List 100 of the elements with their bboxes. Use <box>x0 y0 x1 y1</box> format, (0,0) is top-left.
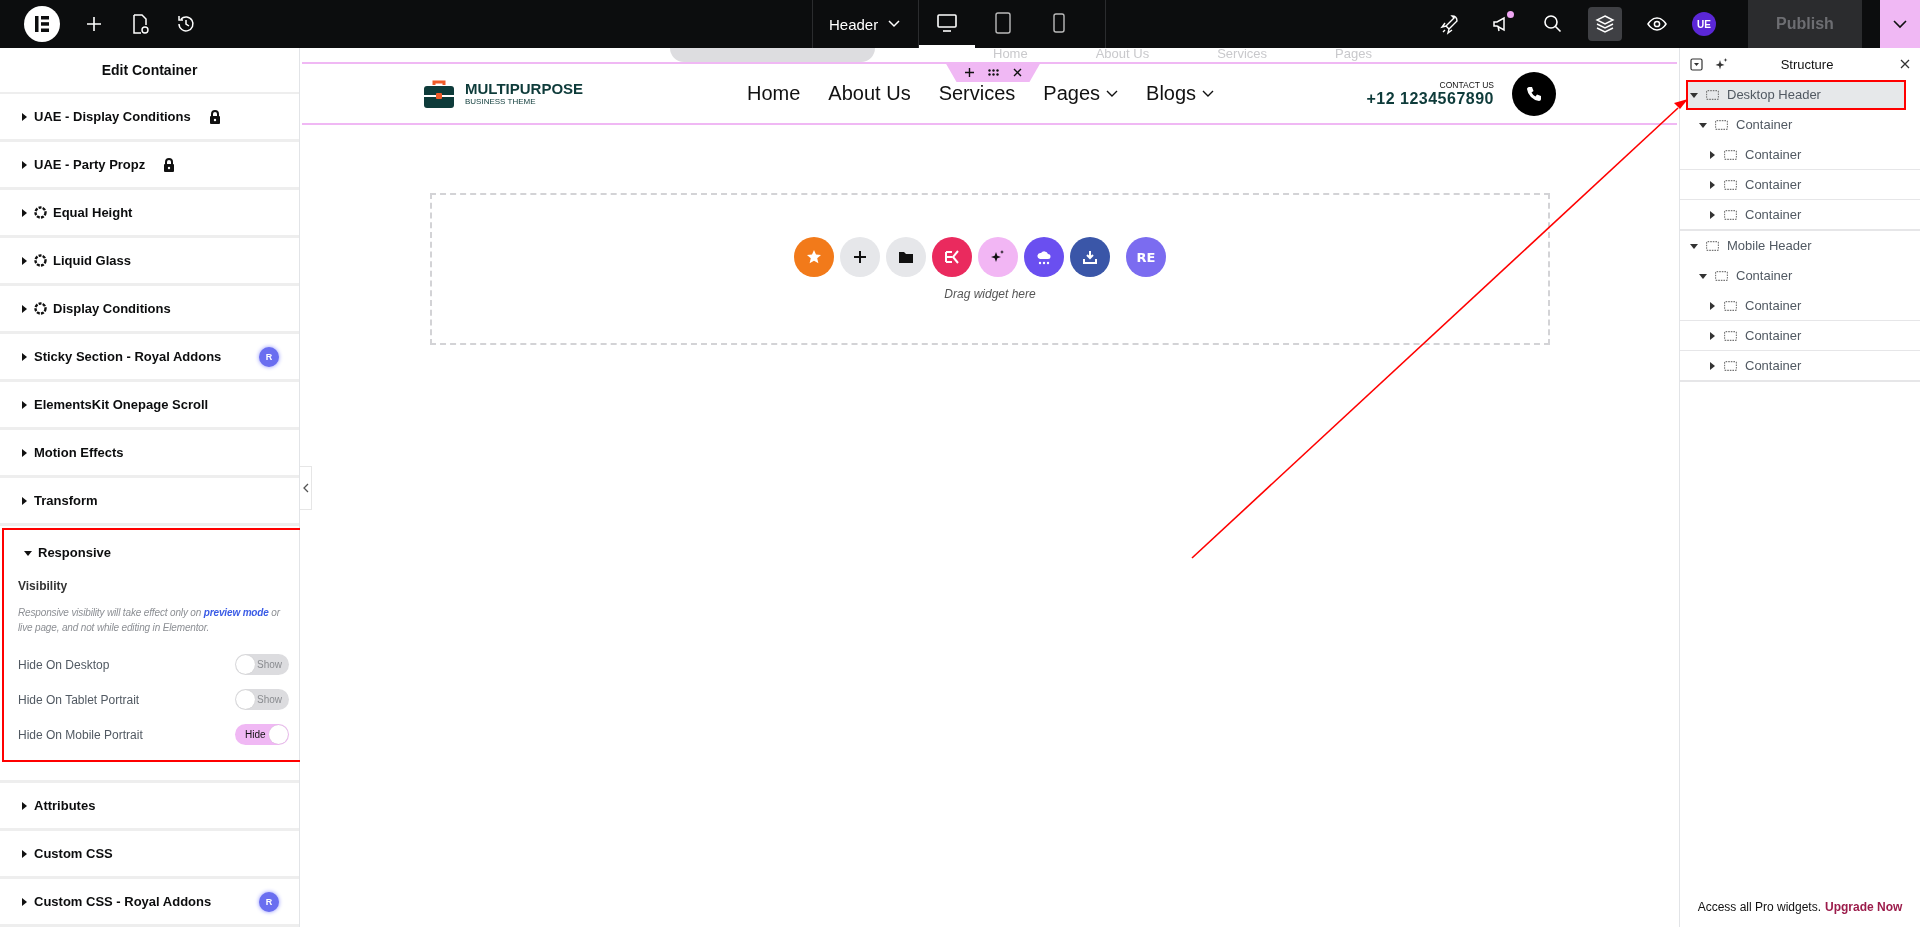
user-avatar[interactable]: UE <box>1692 12 1716 36</box>
tree-item[interactable]: Container <box>1680 170 1920 200</box>
brand-tagline: BUSINESS THEME <box>465 97 537 106</box>
section-header[interactable]: Liquid Glass <box>0 238 299 283</box>
lock-icon <box>163 157 176 172</box>
phone-button[interactable] <box>1512 71 1556 116</box>
toggle-label: Hide On Desktop <box>18 657 110 672</box>
caret-icon[interactable] <box>1708 180 1716 189</box>
visibility-note: Responsive visibility will take effect only on preview mode or live page, and not while editing in Elementor. <box>18 606 282 635</box>
chevron-left-icon[interactable] <box>302 483 309 493</box>
phone-number: +12 1234567890 <box>1366 89 1494 108</box>
folder-icon[interactable] <box>898 249 914 265</box>
caret-icon[interactable] <box>1708 301 1716 310</box>
cloud-button[interactable] <box>1024 237 1064 277</box>
toggle-switch[interactable]: Hide <box>235 724 289 745</box>
pro-promo-text: Access all Pro widgets. <box>1697 900 1821 914</box>
collapse-all-icon[interactable] <box>1690 57 1703 71</box>
folder-button[interactable] <box>886 237 926 277</box>
container-icon <box>1724 179 1737 190</box>
addon-logo-icon[interactable] <box>944 249 960 265</box>
section-header[interactable]: Custom CSS - Royal Addons R <box>0 879 299 924</box>
addon-badge: R <box>259 891 279 912</box>
container-icon <box>1724 330 1737 341</box>
tree-item[interactable]: Mobile Header <box>1680 231 1920 261</box>
close-icon[interactable] <box>1012 67 1022 77</box>
section-header[interactable]: Motion Effects <box>0 430 299 475</box>
section-header[interactable]: Display Conditions <box>0 286 299 331</box>
add-icon[interactable] <box>852 249 868 265</box>
star-icon[interactable] <box>806 249 822 265</box>
add-button[interactable] <box>840 237 880 277</box>
caret-icon[interactable] <box>1708 210 1716 219</box>
tree-item[interactable]: Container <box>1680 351 1920 381</box>
download-button[interactable] <box>1070 237 1110 277</box>
layers-button[interactable] <box>1588 7 1622 41</box>
structure-title: Structure <box>1779 56 1835 72</box>
gear-icon <box>34 254 47 267</box>
caret-icon[interactable] <box>1708 150 1716 159</box>
tree-item[interactable]: Desktop Header <box>1686 80 1906 110</box>
caret-icon[interactable] <box>1699 120 1707 129</box>
search-icon[interactable] <box>1542 13 1564 35</box>
caret-icon[interactable] <box>1708 331 1716 340</box>
header-container[interactable]: MULTIPURPOSE BUSINESS THEME Home About Us Services Pages Blogs CONTACT US +12 1234567890 <box>302 62 1677 125</box>
lock-icon <box>208 109 221 124</box>
container-icon <box>1724 149 1737 160</box>
brand-name: MULTIPURPOSE <box>465 81 584 97</box>
nav-link[interactable]: About Us <box>828 82 911 105</box>
section-header[interactable]: Attributes <box>0 783 299 828</box>
add-icon[interactable] <box>964 67 974 77</box>
container-icon <box>1715 119 1728 130</box>
nav-link[interactable]: Home <box>747 82 801 105</box>
section-header[interactable]: UAE - Display Conditions <box>0 94 299 139</box>
section-header[interactable]: ElementsKit Onepage Scroll <box>0 382 299 427</box>
phone-icon[interactable] <box>1526 85 1542 102</box>
container-icon <box>1706 240 1719 251</box>
addon-logo-button[interactable] <box>932 237 972 277</box>
tree-item[interactable]: Container <box>1680 110 1920 140</box>
drop-hint: Drag widget here <box>944 287 1036 301</box>
visibility-heading: Visibility <box>18 579 69 593</box>
section-header[interactable]: Custom CSS <box>0 831 299 876</box>
chevron-down-icon[interactable] <box>1893 19 1907 29</box>
tree-item[interactable]: Container <box>1680 200 1920 230</box>
tree-item[interactable]: Container <box>1680 261 1920 291</box>
tree-item[interactable]: Container <box>1680 291 1920 321</box>
nav-link[interactable]: Blogs <box>1146 82 1215 105</box>
caret-icon[interactable] <box>1699 271 1707 280</box>
container-icon <box>1724 300 1737 311</box>
download-icon[interactable] <box>1082 249 1098 265</box>
section-header[interactable]: Transform <box>0 478 299 523</box>
section-header[interactable]: Sticky Section - Royal Addons R <box>0 334 299 379</box>
container-icon <box>1724 209 1737 220</box>
upgrade-link[interactable]: Upgrade Now <box>1825 900 1903 914</box>
elementor-logo-icon[interactable] <box>24 6 60 42</box>
toggle-label: Hide On Tablet Portrait <box>18 692 140 707</box>
close-icon[interactable] <box>1900 59 1910 69</box>
panel-title: Edit Container <box>101 62 198 78</box>
caret-icon[interactable] <box>1690 90 1698 99</box>
sparkle-icon[interactable] <box>1715 57 1728 71</box>
star-button[interactable] <box>794 237 834 277</box>
tree-item[interactable]: Container <box>1680 140 1920 170</box>
toggle-label: Hide On Mobile Portrait <box>18 727 143 742</box>
gear-icon <box>34 206 47 219</box>
caret-icon[interactable] <box>1708 361 1716 370</box>
section-header[interactable]: UAE - Party Propz <box>0 142 299 187</box>
section-header[interactable]: Equal Height <box>0 190 299 235</box>
widget-drop-zone[interactable]: RE Drag widget here <box>430 193 1550 345</box>
container-icon <box>1724 360 1737 371</box>
addon-button[interactable]: RE <box>1126 237 1166 277</box>
cloud-icon[interactable] <box>1036 249 1052 265</box>
layers-icon[interactable] <box>1594 13 1616 35</box>
caret-icon[interactable] <box>1690 241 1698 250</box>
tree-item[interactable]: Container <box>1680 321 1920 351</box>
drag-handle-icon[interactable] <box>987 68 999 76</box>
rocket-icon[interactable] <box>1438 13 1460 35</box>
section-header[interactable]: Responsive <box>4 530 303 575</box>
nav-link[interactable]: Services <box>938 82 1016 105</box>
gear-icon <box>34 302 47 315</box>
addon-badge: R <box>259 346 279 367</box>
container-icon <box>1706 89 1719 100</box>
preview-mode-link[interactable]: preview mode <box>203 607 269 618</box>
nav-link[interactable]: Pages <box>1043 82 1119 105</box>
